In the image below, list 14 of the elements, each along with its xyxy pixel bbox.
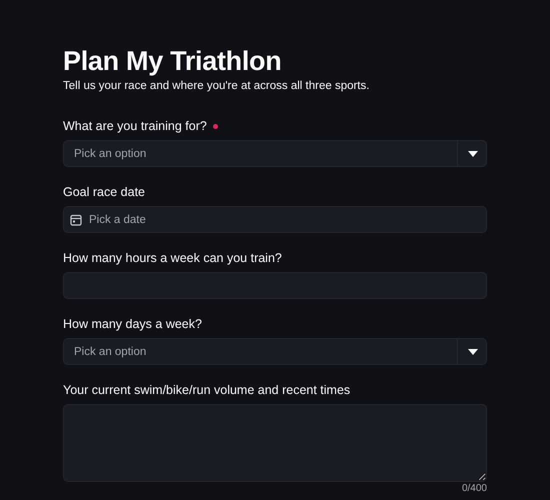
field-label: What are you training for? [63, 119, 207, 133]
field-label: Your current swim/bike/run volume and recent times [63, 383, 350, 397]
dropdown-field[interactable]: Pick an option [63, 338, 487, 365]
dropdown-field[interactable]: Pick an option [63, 140, 487, 167]
date-field[interactable]: Pick a date [63, 206, 487, 233]
character-counter: 0/400 [462, 483, 487, 494]
page-subtitle: Tell us your race and where you're at across all three sports. [63, 79, 370, 94]
page-title: Plan My Triathlon [63, 45, 282, 78]
caret-icon [468, 150, 478, 156]
field-label: How many days a week? [63, 317, 202, 331]
field-label: Goal race date [63, 185, 145, 199]
text-area[interactable] [63, 404, 487, 482]
caret-icon [468, 348, 478, 354]
field-label: How many hours a week can you train? [63, 251, 282, 265]
